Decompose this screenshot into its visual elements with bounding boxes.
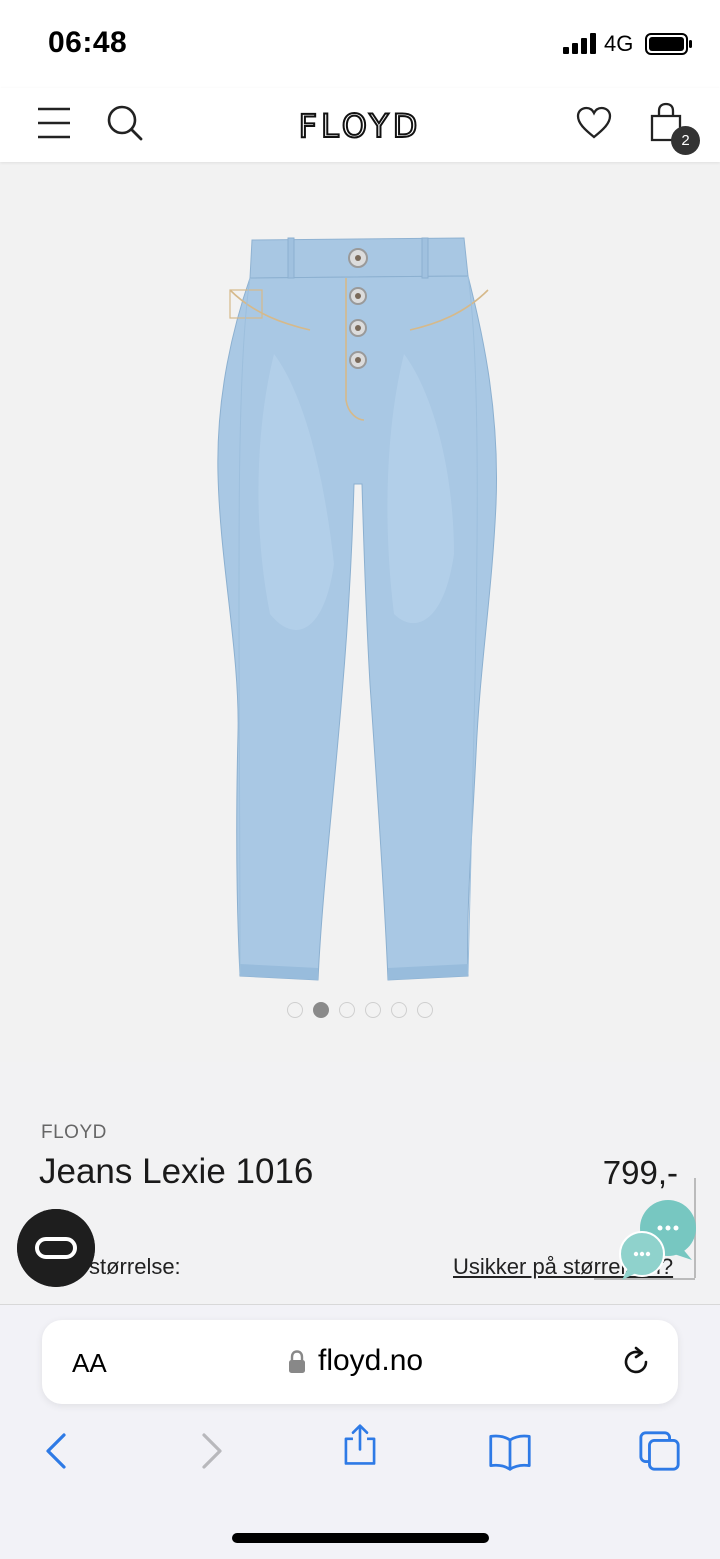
back-icon[interactable] xyxy=(36,1429,80,1473)
menu-icon[interactable] xyxy=(36,106,72,140)
gallery-dot[interactable] xyxy=(391,1002,407,1018)
search-icon[interactable] xyxy=(106,104,144,142)
url-text[interactable]: floyd.no xyxy=(318,1344,423,1378)
site-header: FLOYD 2 xyxy=(0,88,720,162)
gallery-dot[interactable] xyxy=(365,1002,381,1018)
gallery-dot[interactable] xyxy=(339,1002,355,1018)
browser-toolbar: AA floyd.no xyxy=(0,1304,720,1559)
product-name: Jeans Lexie 1016 xyxy=(39,1152,314,1191)
battery-icon xyxy=(645,33,692,55)
product-brand: FLOYD xyxy=(41,1122,107,1143)
gallery-pagination xyxy=(0,1002,720,1022)
page: 06:48 4G FLOYD 2 FLOYD Jeans Lexie 1016 … xyxy=(0,0,720,1559)
signal-icon xyxy=(563,33,596,54)
book-icon[interactable] xyxy=(488,1429,532,1473)
product-image-jeans[interactable] xyxy=(214,234,504,994)
share-icon[interactable] xyxy=(338,1423,382,1467)
address-bar[interactable]: AA floyd.no xyxy=(42,1320,678,1404)
heart-icon[interactable] xyxy=(576,106,612,140)
cart-count-badge: 2 xyxy=(671,126,700,155)
reader-settings-button[interactable]: AA xyxy=(72,1348,107,1379)
gallery-dot-active[interactable] xyxy=(313,1002,329,1018)
status-bar: 06:48 4G xyxy=(0,0,720,88)
status-time: 06:48 xyxy=(48,26,128,59)
product-price: 799,- xyxy=(602,1154,678,1191)
forward-icon[interactable] xyxy=(190,1429,234,1473)
accessibility-icon[interactable] xyxy=(17,1209,95,1287)
chat-icon[interactable] xyxy=(612,1198,702,1284)
reload-icon[interactable] xyxy=(620,1346,652,1378)
logo-text: FLOYD xyxy=(299,108,422,142)
home-indicator xyxy=(232,1533,489,1543)
gallery-dot[interactable] xyxy=(417,1002,433,1018)
tabs-icon[interactable] xyxy=(638,1429,682,1473)
size-label: størrelse: xyxy=(89,1254,181,1279)
gallery-dot[interactable] xyxy=(287,1002,303,1018)
floyd-logo[interactable]: FLOYD xyxy=(260,108,460,142)
network-type: 4G xyxy=(604,31,634,56)
product-gallery[interactable] xyxy=(0,162,720,1062)
lock-icon xyxy=(289,1350,305,1373)
